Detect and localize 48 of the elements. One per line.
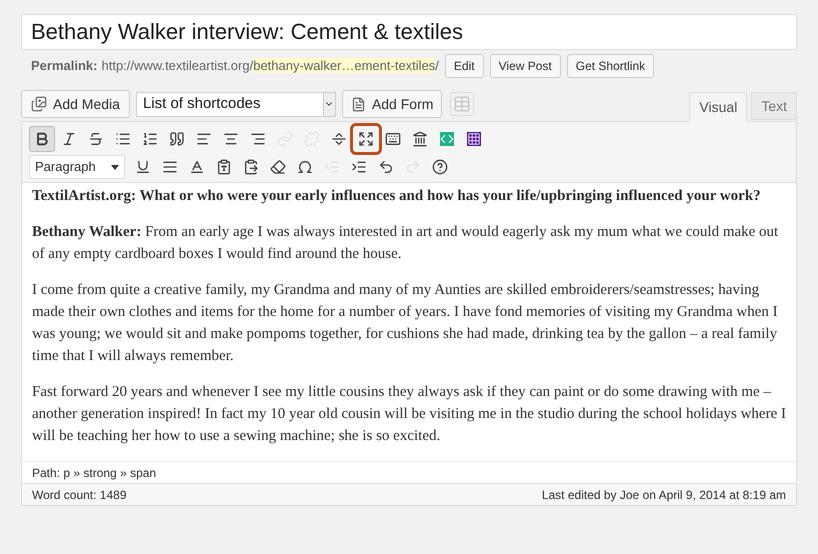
omega-icon [297,159,313,175]
paste-text-icon [216,159,232,175]
align-right-icon [250,131,266,147]
eraser-icon [270,159,286,175]
format-value: Paragraph [35,158,96,176]
text-color-icon [189,159,205,175]
add-media-button[interactable]: Add Media [21,90,130,118]
select-value: List of shortcodes [142,94,260,114]
answer-paragraph: I come from quite a creative family, my Grandma and many of my Aunties are skilled embroiderers/seamstresses; having made their own clothes and items for the home for a number of years. I have fond memories of visiting my Grandma when I was young; we would sit and make pompoms together, for cushions she had made, drinking tea by the gallon – a real family time that I will always remember. [32,281,779,366]
permalink-button[interactable]: Edit [444,54,484,78]
italic-icon [61,131,77,147]
editor-tab[interactable]: Text [751,92,797,120]
permalink-url: http://www.textileartist.org/bethany-walker…ement-textiles/ [101,57,439,76]
indent-icon [351,159,367,175]
last-edited: Last edited by Joe on April 9, 2014 at 8:19 am [542,486,786,504]
permalink-button[interactable]: View Post [490,54,561,78]
permalink-label: Permalink: [31,57,98,76]
answer-paragraph: Fast forward 20 years and whenever I see my little cousins they always ask if they can paint or do some drawing with me – another generation inspired! In fact my 10 year old cousin will be visiting me in the studio during the school holidays where I will be teaching her how to use a sewing machine; she is so excited. [32,383,786,446]
align-center-icon [223,131,239,147]
undo-icon [378,159,394,175]
grid-icon [467,132,481,146]
shortcodes-select[interactable]: List of shortcodes [136,92,336,116]
numbered-list-icon [142,131,158,147]
bold-button[interactable] [29,126,55,152]
title-field[interactable]: Bethany Walker interview: Cement & textiles [21,14,797,50]
quote-icon [169,131,185,147]
code-icon [440,132,454,146]
strikethrough-icon [88,131,104,147]
bold-icon [34,131,50,147]
align-left-icon [196,131,212,147]
media-icon [31,96,47,112]
underline-icon [135,159,151,175]
editor-tab[interactable]: Visual [689,92,748,122]
bullet-list-icon [115,131,131,147]
question-paragraph: TextilArtist.org: What or who were your early influences and how has your life/upbringing influenced your work? [32,187,762,206]
fullscreen-icon [358,131,374,147]
permalink-button[interactable]: Get Shortlink [566,54,654,78]
keyboard-icon [385,131,401,147]
dropdown-arrow-icon [111,164,119,170]
form-icon [350,96,366,112]
fullscreen-button[interactable] [353,126,379,152]
justify-icon [162,159,178,175]
separator-icon [331,131,347,147]
word-count: Word count: 1489 [32,486,127,504]
format-select[interactable]: Paragraph [29,155,125,179]
add-form-button[interactable]: Add Form [342,90,442,118]
answer-paragraph: Bethany Walker: From an early age I was always interested in art and would eagerly ask my mum what we could make out of any empty cardboard boxes I would find around the house. [32,223,780,264]
help-icon [432,159,448,175]
